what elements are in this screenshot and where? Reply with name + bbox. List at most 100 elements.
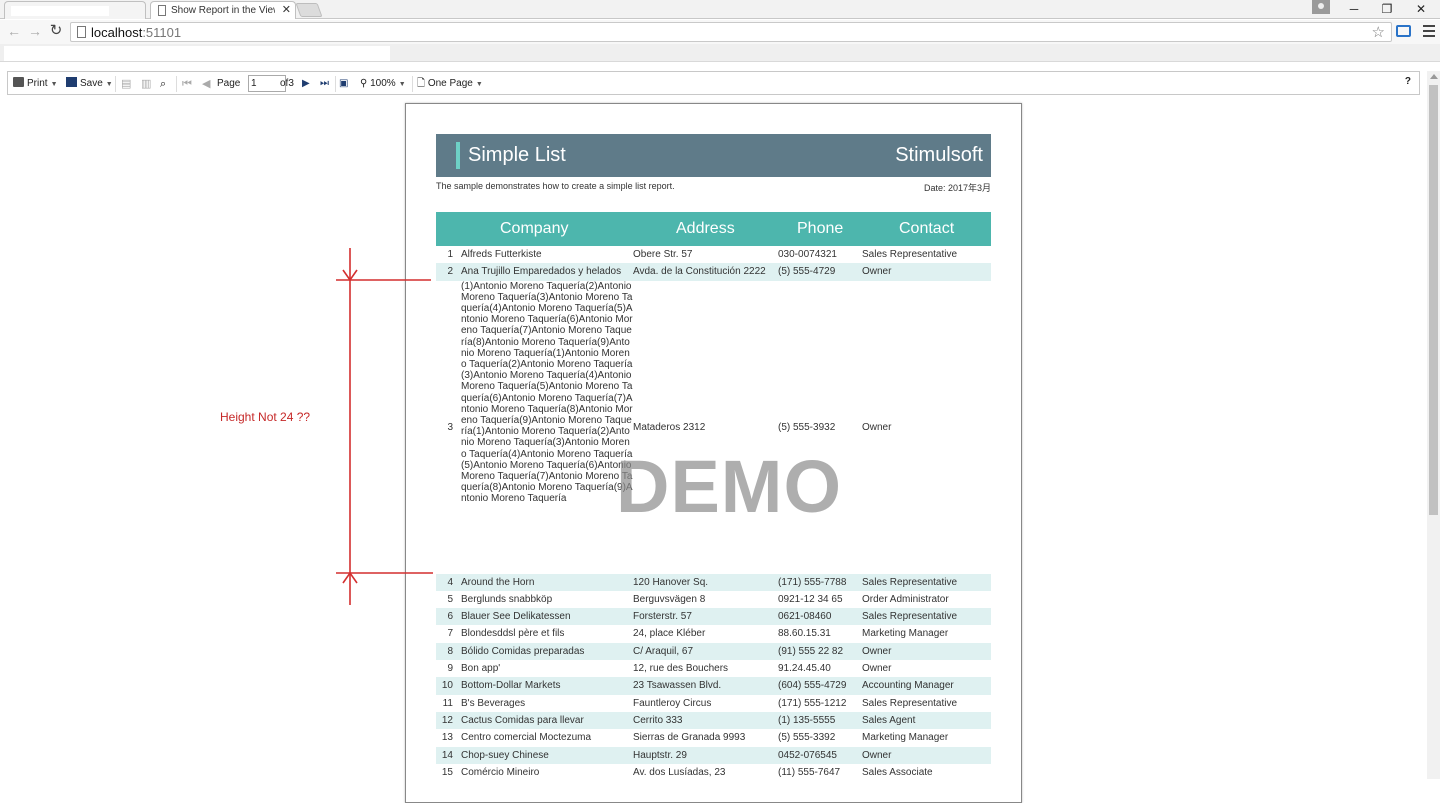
zoom-dropdown[interactable]: ⚲ 100% ▼ <box>360 76 406 92</box>
cell-company: Bólido Comidas preparadas <box>461 645 585 657</box>
cell-address: Obere Str. 57 <box>633 249 693 260</box>
cell-num: 14 <box>441 749 453 761</box>
table-row: 12 Cactus Comidas para llevar Cerrito 333 (… <box>436 711 991 730</box>
cell-num: 8 <box>447 645 453 657</box>
cell-address: Fauntleroy Circus <box>633 697 712 709</box>
find-binoculars-icon[interactable]: ⌕ <box>160 76 166 92</box>
table-row: 8 Bólido Comidas preparadas C/ Araquil, 67… <box>436 642 991 661</box>
cell-phone: 0621-08460 <box>778 611 832 623</box>
cell-company: Berglunds snabbköp <box>461 593 553 605</box>
cell-phone: 0452-076545 <box>778 749 837 761</box>
cell-num: 2 <box>447 266 453 278</box>
cell-phone: (11) 555-7647 <box>778 766 841 778</box>
report-page: Simple List Stimulsoft The sample demons… <box>405 103 1022 803</box>
page-count-label: of3 <box>280 78 294 89</box>
forward-arrow-icon[interactable]: → <box>27 23 43 39</box>
report-viewer-toolbar: Print ▼ Save ▼ ▤ ▥ ⌕ ⏮ ◀ Page 1 of3 ▶ ⏭ ▣ … <box>7 71 1420 95</box>
url-input[interactable]: localhost:51101 ☆ <box>70 22 1392 42</box>
table-row: 13 Centro comercial Moctezuma Sierras de G… <box>436 729 991 746</box>
report-date: Date: 2017年3月 <box>923 183 991 193</box>
demo-watermark: DEMO <box>616 445 842 528</box>
cell-num: 11 <box>442 697 453 709</box>
toolbar-divider <box>335 76 336 92</box>
first-page-icon[interactable]: ⏮ <box>182 76 192 92</box>
column-header-contact: Contact <box>899 220 955 237</box>
browser-tab-active[interactable]: Show Report in the Viewer ✕ <box>150 1 296 19</box>
back-arrow-icon[interactable]: ← <box>6 23 22 39</box>
annotation-bottom-arrowhead <box>342 571 358 584</box>
cell-phone: (5) 555-3932 <box>778 421 836 433</box>
last-page-icon[interactable]: ⏭ <box>320 76 329 92</box>
cell-phone: (5) 555-3392 <box>778 732 836 744</box>
table-row: 1 Alfreds Futterkiste Obere Str. 57 030-007… <box>436 246 991 263</box>
cell-phone: (171) 555-1212 <box>778 697 847 709</box>
bookmark-star-icon[interactable]: ☆ <box>1372 23 1385 41</box>
vertical-scrollbar[interactable] <box>1427 71 1440 779</box>
cell-company: Cactus Comidas para llevar <box>461 714 584 726</box>
table-row: 4 Around the Horn 120 Hanover Sq. (171) 555… <box>436 573 991 591</box>
new-tab-button[interactable] <box>295 3 323 17</box>
address-bar-row: ← → ↻ localhost:51101 ☆ <box>0 20 1440 44</box>
redacted-bookmarks <box>4 46 390 61</box>
cell-num: 12 <box>441 714 453 726</box>
cell-phone: (5) 555-4729 <box>778 266 836 278</box>
help-button[interactable]: ? <box>1405 76 1411 87</box>
cell-address: 12, rue des Bouchers <box>633 663 729 675</box>
report-brand: Stimulsoft <box>895 144 983 166</box>
view-mode-dropdown[interactable]: 🗋 One Page ▼ <box>417 76 483 92</box>
bookmarks-panel-icon[interactable]: ▤ <box>121 76 131 92</box>
parameters-panel-icon[interactable]: ▥ <box>141 76 151 92</box>
cell-phone: (1) 135-5555 <box>778 714 836 726</box>
cast-icon[interactable] <box>1396 25 1411 37</box>
cell-phone: 030-0074321 <box>778 249 837 260</box>
browser-tab-blank[interactable] <box>4 1 146 19</box>
floppy-disk-icon <box>66 77 77 87</box>
header-accent-bar <box>456 142 460 169</box>
cell-contact: Sales Representative <box>862 249 958 260</box>
cell-address: Forsterstr. 57 <box>633 611 692 623</box>
cell-phone: (91) 555 22 82 <box>778 645 844 657</box>
cell-contact: Owner <box>862 645 892 657</box>
minimize-button[interactable]: ─ <box>1337 0 1371 19</box>
browser-menu-icon[interactable] <box>1423 25 1435 37</box>
cell-contact: Accounting Manager <box>862 680 954 692</box>
cell-company: Comércio Mineiro <box>461 766 540 778</box>
cell-phone: 88.60.15.31 <box>778 628 831 640</box>
table-row: 14 Chop-suey Chinese Hauptstr. 29 0452-0765… <box>436 746 991 764</box>
next-page-icon[interactable]: ▶ <box>302 76 310 92</box>
previous-page-icon[interactable]: ◀ <box>202 76 210 92</box>
cell-address: Sierras de Granada 9993 <box>633 732 746 744</box>
user-profile-icon[interactable] <box>1312 0 1330 14</box>
close-window-button[interactable]: ✕ <box>1404 0 1438 19</box>
cell-phone: 0921-12 34 65 <box>778 593 843 605</box>
save-button[interactable]: Save ▼ <box>66 76 113 92</box>
cell-company: Blauer See Delikatessen <box>461 611 571 623</box>
full-screen-icon[interactable]: ▣ <box>339 76 348 92</box>
toolbar-divider <box>176 76 177 92</box>
scrollbar-thumb[interactable] <box>1429 85 1438 515</box>
column-header-phone: Phone <box>797 220 844 237</box>
chevron-down-icon: ▼ <box>475 81 483 88</box>
chevron-down-icon: ▼ <box>398 81 406 88</box>
cell-contact: Marketing Manager <box>862 732 949 744</box>
cell-contact: Owner <box>862 749 892 761</box>
toolbar-divider <box>115 76 116 92</box>
print-button[interactable]: Print ▼ <box>13 76 58 92</box>
table-row: 10 Bottom-Dollar Markets 23 Tsawassen Blvd… <box>436 677 991 695</box>
cell-address: Av. dos Lusíadas, 23 <box>633 766 726 778</box>
report-description: The sample demonstrates how to create a … <box>436 181 675 191</box>
reload-icon[interactable]: ↻ <box>48 23 64 39</box>
page-icon <box>77 26 86 38</box>
column-header-company: Company <box>500 220 569 237</box>
cell-num: 1 <box>447 249 453 260</box>
tab-close-icon[interactable]: ✕ <box>282 2 291 19</box>
cell-company: Centro comercial Moctezuma <box>461 732 592 744</box>
table-row: 9 Bon app' 12, rue des Bouchers 91.24.45.40… <box>436 660 991 677</box>
cell-num: 15 <box>441 766 453 778</box>
cell-company: Around the Horn <box>461 576 535 588</box>
cell-company: Blondesddsl père et fils <box>461 628 565 640</box>
restore-button[interactable]: ❐ <box>1370 0 1404 19</box>
cell-address: 120 Hanover Sq. <box>633 576 709 588</box>
cell-contact: Marketing Manager <box>862 628 949 640</box>
scroll-up-icon[interactable] <box>1430 74 1438 79</box>
